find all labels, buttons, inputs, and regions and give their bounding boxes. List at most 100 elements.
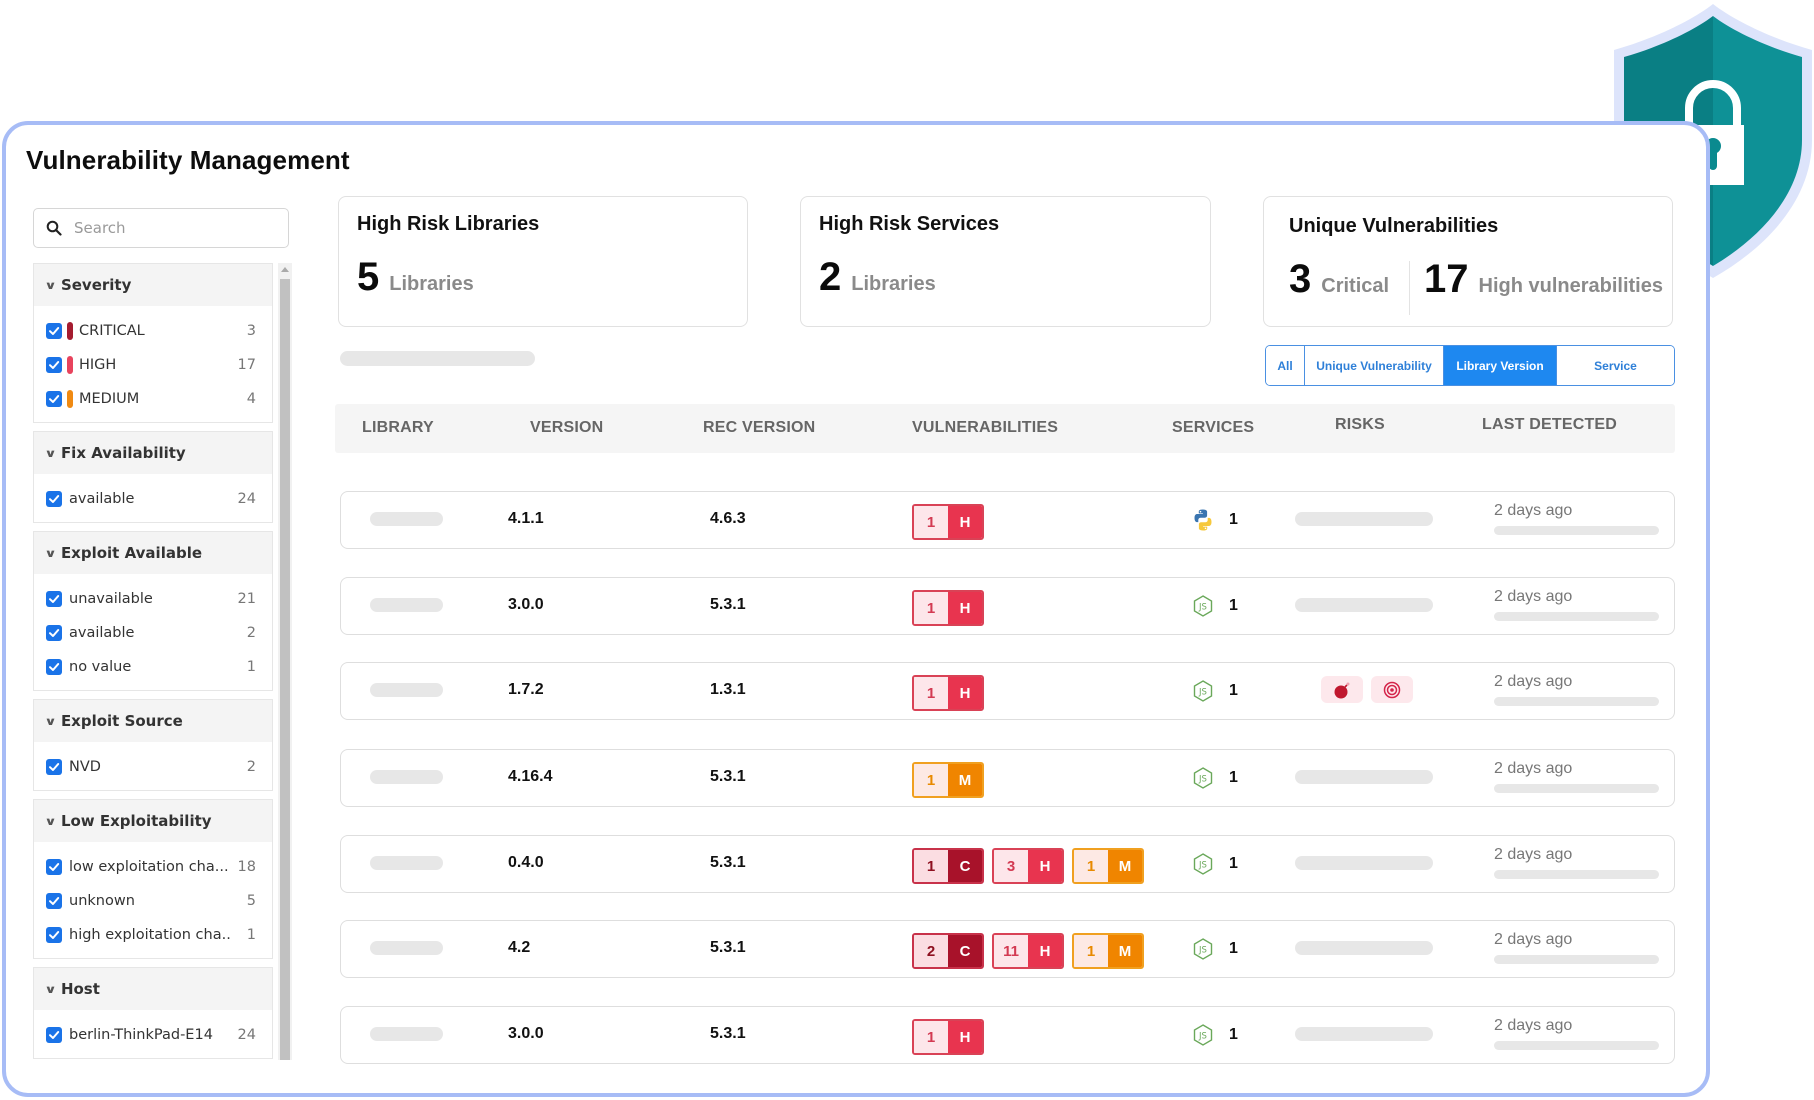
badge-count: 2: [914, 935, 948, 967]
filter-option-count: 2: [246, 625, 256, 641]
tab-library-version[interactable]: Library Version: [1444, 346, 1557, 385]
column-header-library[interactable]: LIBRARY: [362, 419, 434, 437]
risks-placeholder: [1295, 856, 1433, 870]
chevron-down-icon[interactable]: ∨: [44, 279, 57, 292]
filter-group-header[interactable]: ∨ Host: [34, 968, 272, 1010]
filter-group-title: Exploit Available: [60, 544, 203, 562]
last-detected-placeholder: [1494, 697, 1659, 706]
tab-all[interactable]: All: [1266, 346, 1305, 385]
filter-option[interactable]: HIGH 17: [34, 348, 272, 382]
filter-group-low-exploitability: ∨ Low Exploitability low exploitation cha.…: [33, 799, 273, 959]
filter-group-body: unavailable 21 available 2 no value 1: [34, 574, 272, 690]
column-header-last-detected[interactable]: LAST DETECTED: [1482, 416, 1617, 434]
filter-option[interactable]: high exploitation cha... 1: [34, 918, 272, 952]
severity-badge-m[interactable]: 1M: [1072, 848, 1144, 884]
filter-option[interactable]: CRITICAL 3: [34, 314, 272, 348]
table-row[interactable]: 4.16.4 5.3.1 1 M JS 1 2 days ago: [340, 749, 1675, 807]
checkbox-checked[interactable]: [46, 859, 62, 875]
filter-option[interactable]: no value 1: [34, 650, 272, 684]
filter-option[interactable]: unknown 5: [34, 884, 272, 918]
filter-option-count: 1: [246, 659, 256, 675]
risk-badge[interactable]: [1371, 676, 1413, 703]
checkbox-checked[interactable]: [46, 927, 62, 943]
badge-severity: H: [1028, 935, 1062, 967]
filter-option[interactable]: available 2: [34, 616, 272, 650]
checkbox-checked[interactable]: [46, 1027, 62, 1043]
library-name-placeholder: [370, 856, 443, 870]
severity-badge-m[interactable]: 1M: [1072, 933, 1144, 969]
checkbox-checked[interactable]: [46, 491, 62, 507]
search-input[interactable]: [74, 219, 274, 237]
chevron-down-icon[interactable]: ∨: [44, 983, 57, 996]
chevron-down-icon[interactable]: ∨: [44, 547, 57, 560]
filter-group-header[interactable]: ∨ Severity: [34, 264, 272, 306]
filter-option-label: available: [69, 625, 135, 641]
chevron-down-icon[interactable]: ∨: [44, 447, 57, 460]
filter-group-header[interactable]: ∨ Fix Availability: [34, 432, 272, 474]
table-row[interactable]: 3.0.0 5.3.1 1 H JS 1 2 days ago: [340, 1006, 1675, 1064]
filter-option[interactable]: berlin-ThinkPad-E14 24: [34, 1018, 272, 1052]
filter-group-title: Exploit Source: [60, 712, 183, 730]
column-header-version[interactable]: VERSION: [530, 419, 603, 437]
checkbox-checked[interactable]: [46, 625, 62, 641]
column-header-rec-version[interactable]: REC VERSION: [703, 419, 815, 437]
table-row[interactable]: 3.0.0 5.3.1 1 H JS 1 2 days ago: [340, 577, 1675, 635]
last-detected-placeholder: [1494, 870, 1659, 879]
sidebar-scrollbar[interactable]: [278, 263, 292, 1060]
checkbox-checked[interactable]: [46, 659, 62, 675]
severity-badge-c[interactable]: 2C: [912, 933, 984, 969]
severity-badge-m[interactable]: 1M: [912, 762, 984, 798]
table-row[interactable]: 4.2 5.3.1 2 C 11 H 1 M JS 1 2 days ago: [340, 920, 1675, 978]
risks-placeholder: [1295, 770, 1433, 784]
filter-option-count: 2: [246, 759, 256, 775]
badge-count: 1: [1074, 935, 1108, 967]
table-row[interactable]: 0.4.0 5.3.1 1 C 3 H 1 M JS 1 2 days ago: [340, 835, 1675, 893]
filter-option[interactable]: unavailable 21: [34, 582, 272, 616]
checkbox-checked[interactable]: [46, 357, 62, 373]
checkbox-checked[interactable]: [46, 759, 62, 775]
vulnerabilities-cell: 1H: [912, 1019, 984, 1055]
severity-badge-h[interactable]: 11 H: [992, 933, 1064, 969]
chevron-down-icon[interactable]: ∨: [44, 715, 57, 728]
severity-badge-h[interactable]: 1H: [912, 675, 984, 711]
last-detected-cell: 2 days ago: [1494, 760, 1573, 777]
filter-option-count: 1: [246, 927, 256, 943]
tab-unique-vulnerability[interactable]: Unique Vulnerability: [1305, 346, 1444, 385]
risk-badge[interactable]: [1321, 676, 1363, 703]
table-row[interactable]: 1.7.2 1.3.1 1 H JS 1 2 days ago: [340, 662, 1675, 720]
chevron-down-icon[interactable]: ∨: [44, 815, 57, 828]
tab-service[interactable]: Service: [1557, 346, 1674, 385]
severity-badge-c[interactable]: 1C: [912, 848, 984, 884]
severity-badge-h[interactable]: 1H: [912, 590, 984, 626]
search-box[interactable]: [33, 208, 289, 248]
filter-group-header[interactable]: ∨ Low Exploitability: [34, 800, 272, 842]
checkbox-checked[interactable]: [46, 591, 62, 607]
column-header-risks[interactable]: RISKS: [1335, 416, 1385, 434]
risks-placeholder: [1295, 512, 1433, 526]
column-header-vulnerabilities[interactable]: VULNERABILITIES: [912, 419, 1058, 437]
filter-option-count: 18: [237, 859, 256, 875]
rec-version-cell: 5.3.1: [710, 854, 746, 871]
severity-badge-h[interactable]: 1H: [912, 504, 984, 540]
badge-count: 1: [914, 592, 948, 624]
vulnerabilities-cell: 1H: [912, 504, 984, 540]
table-row[interactable]: 4.1.1 4.6.3 1 H 1 2 days ago: [340, 491, 1675, 549]
filter-option[interactable]: NVD 2: [34, 750, 272, 784]
checkbox-checked[interactable]: [46, 893, 62, 909]
filter-option[interactable]: MEDIUM 4: [34, 382, 272, 416]
scrollbar-thumb[interactable]: [280, 279, 290, 1060]
filter-option[interactable]: available 24: [34, 482, 272, 516]
severity-badge-h[interactable]: 3H: [992, 848, 1064, 884]
filter-group-header[interactable]: ∨ Exploit Source: [34, 700, 272, 742]
view-tabs: All Unique Vulnerability Library Version Se…: [1265, 345, 1675, 386]
scroll-up-arrow-icon[interactable]: [281, 267, 289, 272]
filter-option[interactable]: low exploitation cha... 18: [34, 850, 272, 884]
checkmark-icon: [49, 495, 60, 503]
filter-group-header[interactable]: ∨ Exploit Available: [34, 532, 272, 574]
severity-badge-h[interactable]: 1H: [912, 1019, 984, 1055]
column-header-services[interactable]: SERVICES: [1172, 419, 1254, 437]
filter-option-label: berlin-ThinkPad-E14: [69, 1027, 213, 1043]
checkbox-checked[interactable]: [46, 391, 62, 407]
filter-option-label: NVD: [69, 759, 101, 775]
checkbox-checked[interactable]: [46, 323, 62, 339]
